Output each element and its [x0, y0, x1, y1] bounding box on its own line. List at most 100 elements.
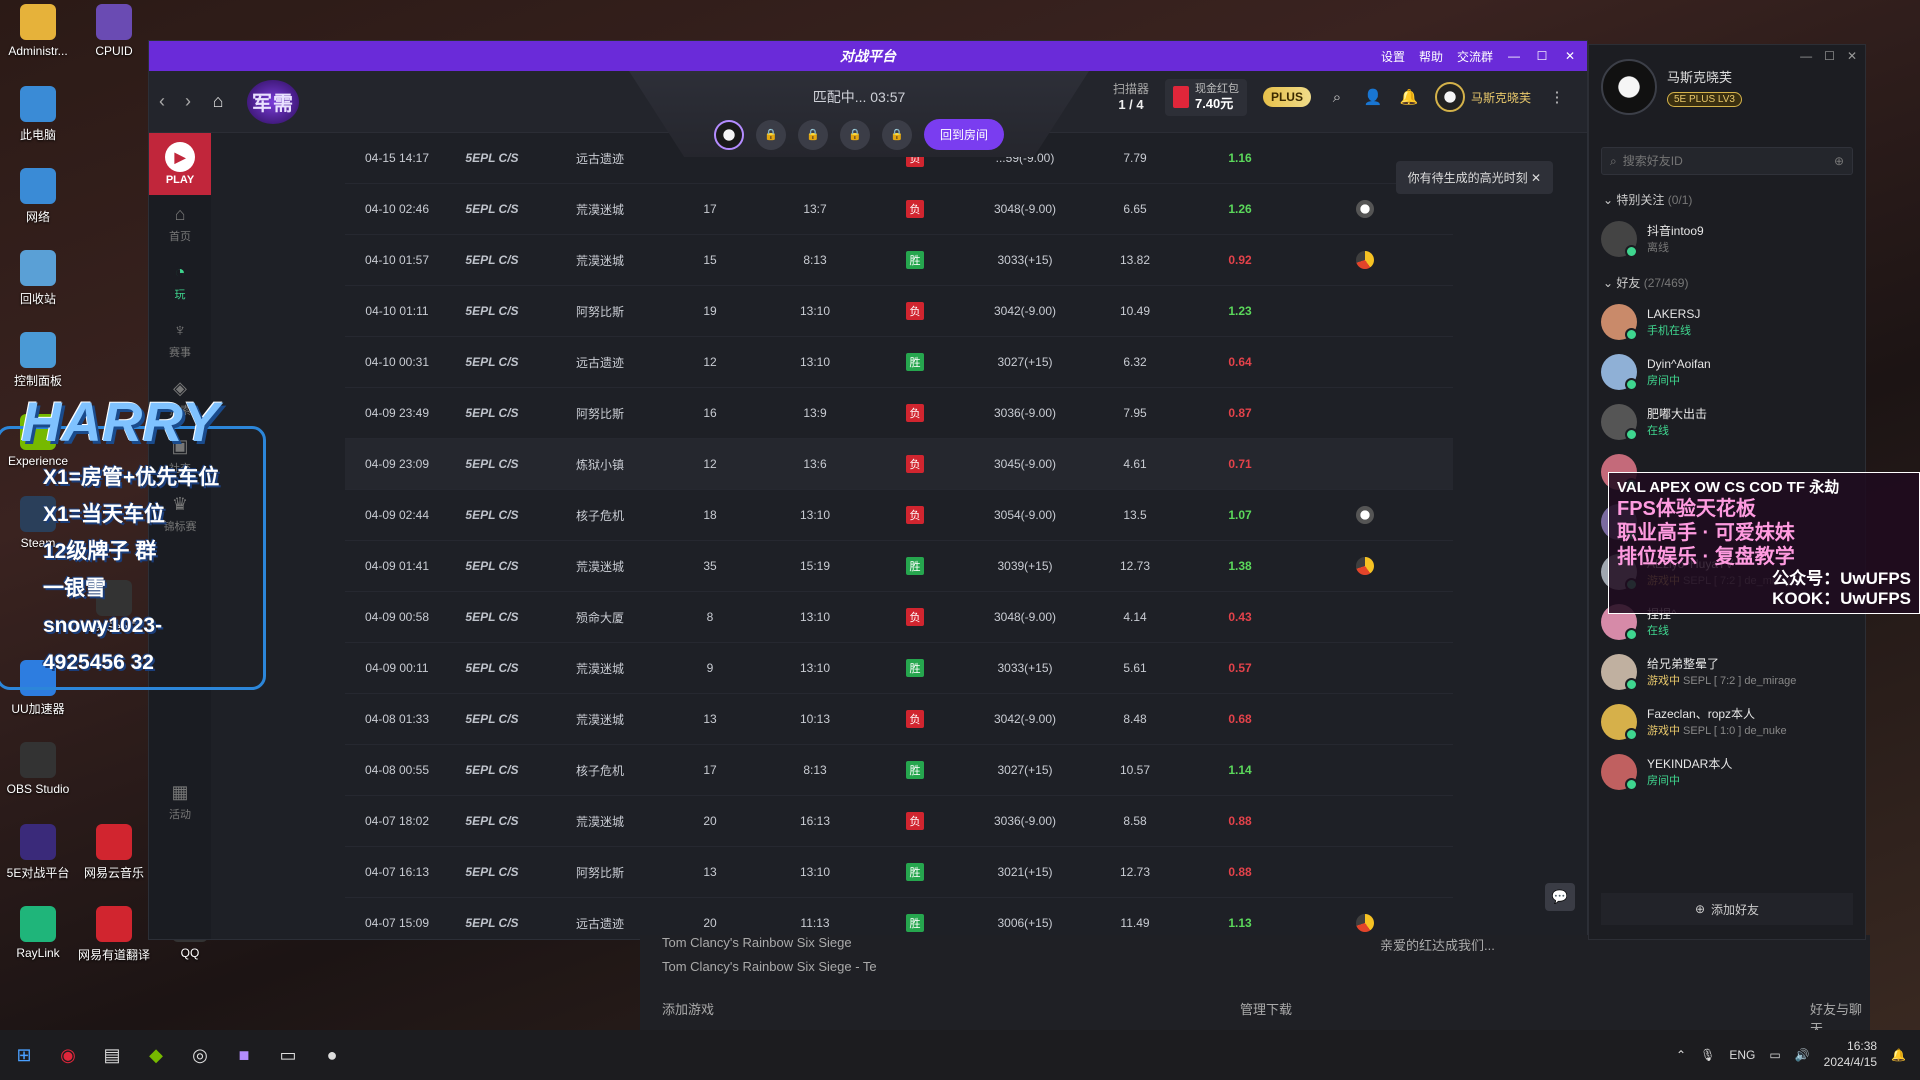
nvidia-icon[interactable]: ◆	[136, 1035, 176, 1075]
play-button[interactable]: ▶ PLAY	[149, 133, 211, 195]
mic-icon[interactable]: 🎙	[1700, 1048, 1715, 1062]
table-row[interactable]: 04-09 00:58 5EPL C/S 殒命大厦 8 13:10 负 3048(-9.00…	[345, 592, 1453, 643]
user-menu[interactable]: 马斯克晓芙	[1434, 82, 1531, 113]
netease-music-icon[interactable]: ◉	[48, 1035, 88, 1075]
map-name: 阿努比斯	[575, 865, 624, 880]
maximize-icon[interactable]: ☐	[1535, 49, 1549, 63]
nav-events[interactable]: ♆ 赛事	[149, 311, 211, 369]
close-icon[interactable]: ✕	[1563, 49, 1577, 63]
friends-icon[interactable]: 👤	[1363, 88, 1383, 106]
monitor-icon[interactable]: ▭	[268, 1035, 308, 1075]
friend-item[interactable]: YEKINDAR本人 房间中	[1589, 747, 1865, 797]
friend-item[interactable]: 抖音intoo9 离线	[1589, 214, 1865, 264]
desktop-icon[interactable]: 回收站	[0, 250, 76, 307]
obs-icon[interactable]: ●	[312, 1035, 352, 1075]
desktop-icon[interactable]: 网易云音乐	[76, 824, 152, 881]
back-arrow-icon[interactable]: ‹	[149, 91, 175, 112]
steam-icon[interactable]: ◎	[180, 1035, 220, 1075]
table-row[interactable]: 04-08 00:55 5EPL C/S 核子危机 17 8:13 胜 3027(+15) 1…	[345, 745, 1453, 796]
notification-icon[interactable]: 🔔	[1891, 1048, 1906, 1062]
rating-value: 0.92	[1228, 253, 1252, 267]
table-row[interactable]: 04-09 00:11 5EPL C/S 荒漠迷城 9 13:10 胜 3033(+15) 5…	[345, 643, 1453, 694]
skull-medal-icon	[1356, 506, 1374, 524]
volume-icon[interactable]: 🔊	[1795, 1048, 1810, 1062]
friend-item[interactable]: LAKERSJ 手机在线	[1589, 297, 1865, 347]
desktop-icon[interactable]: Administr...	[0, 4, 76, 58]
desktop-icon[interactable]: 5E对战平台	[0, 824, 76, 881]
forward-arrow-icon[interactable]: ›	[175, 91, 201, 112]
desktop-icon[interactable]: CPUID	[76, 4, 152, 58]
table-row[interactable]: 04-10 01:11 5EPL C/S 阿努比斯 19 13:10 负 3042(-9.0…	[345, 286, 1453, 337]
settings-link[interactable]: 设置	[1381, 48, 1405, 65]
clock[interactable]: 16:38 2024/4/15	[1824, 1039, 1877, 1070]
table-row[interactable]: 04-09 23:49 5EPL C/S 阿努比斯 16 13:9 负 3036(-9.00…	[345, 388, 1453, 439]
search-input[interactable]	[1622, 154, 1828, 168]
friend-item[interactable]: Fazeclan、ropz本人 游戏中 SEPL [ 1:0 ] de_nuke	[1589, 697, 1865, 747]
nav-home[interactable]: ⌂ 首页	[149, 195, 211, 253]
back-to-room-button[interactable]: 回到房间	[923, 119, 1004, 150]
bell-icon[interactable]: 🔔	[1399, 88, 1419, 106]
manage-downloads-button[interactable]: 管理下载	[1240, 999, 1292, 1018]
friends-section-header[interactable]: ⌄ 好友 (27/469)	[1589, 264, 1865, 297]
caption-text: 亲爱的红达成我们...	[1380, 938, 1495, 953]
close-icon[interactable]: ✕	[1847, 49, 1857, 63]
avatar[interactable]	[1601, 59, 1657, 115]
network-icon[interactable]: ▭	[1769, 1048, 1780, 1062]
plus-badge[interactable]: PLUS	[1262, 87, 1311, 108]
notepad-icon[interactable]: ▤	[92, 1035, 132, 1075]
special-section-header[interactable]: ⌄ 特别关注 (0/1)	[1589, 181, 1865, 214]
search-icon[interactable]: ⌕	[1327, 89, 1347, 106]
rating-value: 0.57	[1228, 661, 1252, 675]
match-status: 匹配中... 03:57	[812, 89, 906, 105]
table-row[interactable]: 04-09 02:44 5EPL C/S 核子危机 18 13:10 负 3054(-9.0…	[345, 490, 1453, 541]
red-packet[interactable]: 现金红包 7.40元	[1164, 79, 1247, 116]
help-link[interactable]: 帮助	[1419, 48, 1443, 65]
table-row[interactable]: 04-10 01:57 5EPL C/S 荒漠迷城 15 8:13 胜 3033(+15) 1…	[345, 235, 1453, 286]
table-row[interactable]: 04-10 00:31 5EPL C/S 远古遗迹 12 13:10 胜 3027(+15)…	[345, 337, 1453, 388]
result-badge: 负	[906, 506, 924, 524]
brand-badge[interactable]: 军需	[247, 79, 299, 124]
community-link[interactable]: 交流群	[1457, 48, 1493, 65]
table-row[interactable]: 04-07 16:13 5EPL C/S 阿努比斯 13 13:10 胜 3021(+15)…	[345, 847, 1453, 898]
home-icon[interactable]: ⌂	[201, 91, 235, 112]
scanner-stat[interactable]: 扫描器 1 / 4	[1113, 82, 1149, 112]
maximize-icon[interactable]: ☐	[1824, 49, 1835, 63]
nav-play[interactable]: ◔ 玩	[149, 253, 211, 311]
friend-item[interactable]: Dyin^Aoifan 房间中	[1589, 347, 1865, 397]
chevron-up-icon[interactable]: ⌃	[1676, 1048, 1686, 1062]
score: 13:10	[799, 661, 831, 675]
table-row[interactable]: 04-08 01:33 5EPL C/S 荒漠迷城 13 10:13 负 3042(-9.0…	[345, 694, 1453, 745]
desktop-icon[interactable]: 网络	[0, 168, 76, 225]
app-icon	[20, 824, 56, 860]
game-item[interactable]: Tom Clancy's Rainbow Six Siege	[662, 935, 852, 950]
add-game-button[interactable]: 添加游戏	[662, 999, 714, 1018]
highlight-toast[interactable]: 你有待生成的高光时刻 ✕	[1395, 161, 1553, 194]
desktop-icon[interactable]: 此电脑	[0, 86, 76, 143]
nav-activity[interactable]: ▦ 活动	[149, 773, 211, 831]
start-icon[interactable]: ⊞	[4, 1035, 44, 1075]
minimize-icon[interactable]: —	[1507, 49, 1521, 63]
5e-icon[interactable]: ■	[224, 1035, 264, 1075]
add-friend-button[interactable]: ⊕ 添加好友	[1601, 893, 1853, 925]
friend-status: 手机在线	[1647, 324, 1691, 337]
add-user-icon[interactable]: ⊕	[1834, 154, 1844, 168]
friend-item[interactable]: 肥嘟大出击 在线	[1589, 397, 1865, 447]
game-item[interactable]: Tom Clancy's Rainbow Six Siege - Te	[662, 959, 877, 974]
player-avatar[interactable]	[713, 119, 744, 150]
table-row[interactable]: 04-09 01:41 5EPL C/S 荒漠迷城 35 15:19 胜 3039(+15)…	[345, 541, 1453, 592]
desktop-icon[interactable]: OBS Studio	[0, 742, 76, 796]
chat-icon[interactable]: 💬	[1545, 883, 1575, 911]
adr-value: 5.61	[1123, 661, 1147, 675]
table-row[interactable]: 04-10 02:46 5EPL C/S 荒漠迷城 17 13:7 负 3048(-9.00…	[345, 184, 1453, 235]
friend-item[interactable]: 给兄弟整晕了 游戏中 SEPL [ 7:2 ] de_mirage	[1589, 647, 1865, 697]
desktop-icon[interactable]: 网易有道翻译	[76, 906, 152, 963]
desktop-icon[interactable]: RayLink	[0, 906, 76, 960]
more-icon[interactable]: ⋮	[1547, 88, 1567, 106]
table-row[interactable]: 04-07 18:02 5EPL C/S 荒漠迷城 20 16:13 负 3036(-9.0…	[345, 796, 1453, 847]
desktop-icon[interactable]: 控制面板	[0, 332, 76, 389]
table-row[interactable]: 04-07 15:09 5EPL C/S 远古遗迹 20 11:13 胜 3006(+15)…	[345, 898, 1453, 939]
table-row[interactable]: 04-09 23:09 5EPL C/S 炼狱小镇 12 13:6 负 3045(-9.00…	[345, 439, 1453, 490]
close-icon[interactable]: ✕	[1531, 171, 1541, 185]
minimize-icon[interactable]: —	[1800, 49, 1812, 63]
language-indicator[interactable]: ENG	[1729, 1048, 1755, 1062]
